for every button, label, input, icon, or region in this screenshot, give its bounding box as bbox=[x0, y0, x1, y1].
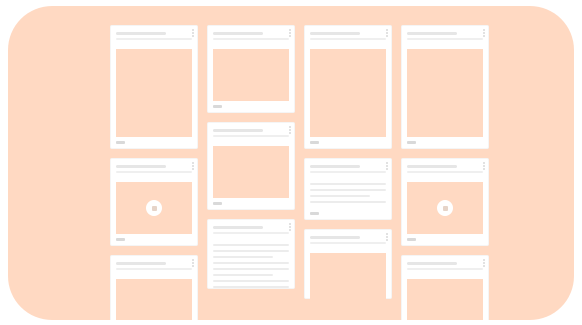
card-subtitle-placeholder bbox=[213, 38, 289, 40]
image-thumbnail[interactable] bbox=[213, 146, 289, 198]
card-subtitle-placeholder bbox=[310, 38, 386, 40]
more-options-icon[interactable] bbox=[192, 29, 194, 37]
card-column bbox=[304, 25, 392, 320]
card-title-placeholder bbox=[407, 262, 457, 265]
feed-card[interactable] bbox=[401, 255, 489, 320]
more-options-icon[interactable] bbox=[289, 29, 291, 37]
card-title-placeholder bbox=[213, 32, 263, 35]
text-line-placeholder bbox=[213, 244, 289, 246]
card-subtitle-placeholder bbox=[407, 268, 483, 270]
feed-card[interactable] bbox=[207, 219, 295, 289]
text-line-placeholder bbox=[310, 183, 386, 185]
feed-card[interactable] bbox=[304, 158, 392, 220]
card-title-placeholder bbox=[213, 226, 263, 229]
card-footer-placeholder bbox=[407, 238, 416, 241]
card-footer-placeholder bbox=[213, 202, 222, 205]
card-subtitle-placeholder bbox=[116, 38, 192, 40]
card-column bbox=[207, 25, 295, 320]
video-thumbnail[interactable] bbox=[407, 182, 483, 234]
more-options-icon[interactable] bbox=[483, 29, 485, 37]
play-icon[interactable] bbox=[146, 200, 162, 216]
more-options-icon[interactable] bbox=[289, 223, 291, 231]
text-line-placeholder bbox=[310, 201, 386, 203]
card-footer-placeholder bbox=[310, 141, 319, 144]
feed-card[interactable] bbox=[110, 158, 198, 246]
more-options-icon[interactable] bbox=[192, 259, 194, 267]
feed-card[interactable] bbox=[401, 25, 489, 149]
text-line-placeholder bbox=[213, 256, 273, 258]
card-title-placeholder bbox=[213, 129, 263, 132]
more-options-icon[interactable] bbox=[386, 29, 388, 37]
more-options-icon[interactable] bbox=[289, 126, 291, 134]
card-subtitle-placeholder bbox=[407, 38, 483, 40]
text-line-placeholder bbox=[213, 250, 289, 252]
card-title-placeholder bbox=[407, 32, 457, 35]
more-options-icon[interactable] bbox=[192, 162, 194, 170]
card-footer-placeholder bbox=[310, 212, 319, 215]
card-subtitle-placeholder bbox=[310, 242, 386, 244]
card-title-placeholder bbox=[310, 165, 360, 168]
card-subtitle-placeholder bbox=[407, 171, 483, 173]
image-thumbnail[interactable] bbox=[407, 279, 483, 320]
card-column bbox=[401, 25, 489, 320]
card-column bbox=[110, 25, 198, 320]
card-subtitle-placeholder bbox=[310, 171, 386, 173]
card-footer-placeholder bbox=[116, 141, 125, 144]
card-title-placeholder bbox=[310, 32, 360, 35]
more-options-icon[interactable] bbox=[483, 259, 485, 267]
feed-card[interactable] bbox=[304, 25, 392, 149]
text-line-placeholder bbox=[213, 268, 289, 270]
image-thumbnail[interactable] bbox=[310, 253, 386, 303]
feed-card[interactable] bbox=[401, 158, 489, 246]
more-options-icon[interactable] bbox=[386, 162, 388, 170]
card-footer-placeholder bbox=[116, 238, 125, 241]
card-title-placeholder bbox=[407, 165, 457, 168]
text-line-placeholder bbox=[213, 280, 289, 282]
more-options-icon[interactable] bbox=[483, 162, 485, 170]
card-title-placeholder bbox=[116, 262, 166, 265]
card-subtitle-placeholder bbox=[213, 135, 289, 137]
card-title-placeholder bbox=[310, 236, 360, 239]
image-thumbnail[interactable] bbox=[116, 49, 192, 137]
text-line-placeholder bbox=[213, 274, 273, 276]
image-thumbnail[interactable] bbox=[213, 49, 289, 101]
feed-card[interactable] bbox=[110, 25, 198, 149]
text-line-placeholder bbox=[310, 189, 386, 191]
image-thumbnail[interactable] bbox=[407, 49, 483, 137]
play-icon[interactable] bbox=[437, 200, 453, 216]
text-line-placeholder bbox=[213, 286, 289, 288]
image-thumbnail[interactable] bbox=[310, 49, 386, 137]
text-line-placeholder bbox=[213, 262, 289, 264]
card-subtitle-placeholder bbox=[116, 171, 192, 173]
video-thumbnail[interactable] bbox=[116, 182, 192, 234]
feed-card[interactable] bbox=[207, 122, 295, 210]
card-title-placeholder bbox=[116, 165, 166, 168]
card-footer-placeholder bbox=[407, 141, 416, 144]
feed-card[interactable] bbox=[207, 25, 295, 113]
card-subtitle-placeholder bbox=[116, 268, 192, 270]
text-line-placeholder bbox=[310, 195, 370, 197]
card-grid bbox=[110, 25, 489, 320]
feed-card[interactable] bbox=[110, 255, 198, 320]
content-frame bbox=[8, 6, 574, 320]
card-footer-placeholder bbox=[213, 105, 222, 108]
feed-card[interactable] bbox=[304, 229, 392, 303]
card-title-placeholder bbox=[116, 32, 166, 35]
card-subtitle-placeholder bbox=[213, 232, 289, 234]
image-thumbnail[interactable] bbox=[116, 279, 192, 320]
more-options-icon[interactable] bbox=[386, 233, 388, 241]
